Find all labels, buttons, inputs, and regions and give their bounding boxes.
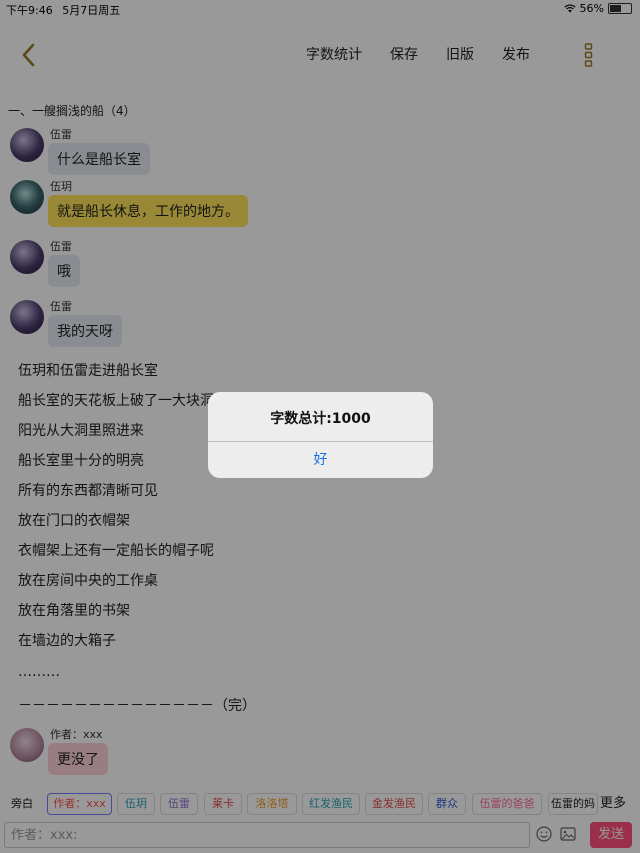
dialog-message: 字数总计:1000 — [270, 411, 371, 427]
word-count-dialog: 字数总计:1000 好 — [208, 392, 433, 478]
dialog-ok-button[interactable]: 好 — [208, 442, 433, 478]
